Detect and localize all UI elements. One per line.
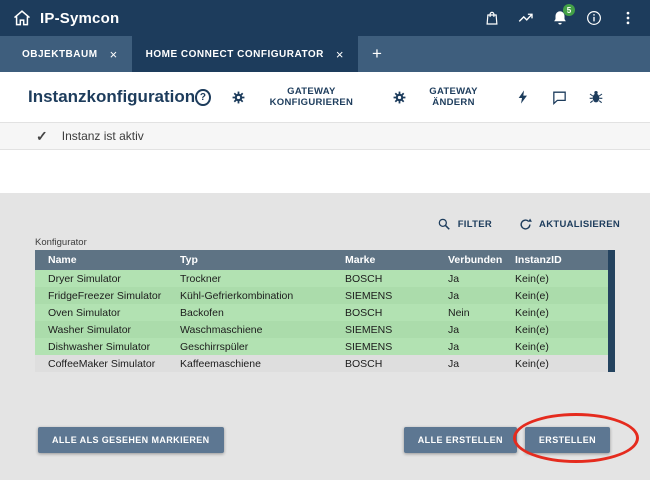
- tabbar: OBJEKTBAUM × HOME CONNECT CONFIGURATOR ×…: [0, 36, 650, 72]
- gear-icon: [391, 88, 407, 106]
- cell-verbunden: Ja: [435, 341, 502, 353]
- cell-typ: Backofen: [167, 307, 332, 319]
- column-header-typ[interactable]: Typ: [167, 254, 332, 266]
- cell-instanzid: Kein(e): [502, 290, 615, 302]
- help-icon[interactable]: ?: [195, 89, 211, 106]
- column-header-instanzid[interactable]: InstanzID: [502, 254, 615, 266]
- column-header-name[interactable]: Name: [35, 254, 167, 266]
- status-bar: ✓ Instanz ist aktiv: [0, 122, 650, 150]
- app-title: IP-Symcon: [40, 10, 119, 27]
- cell-marke: BOSCH: [332, 358, 435, 370]
- search-icon: [435, 215, 453, 233]
- tab-label: OBJEKTBAUM: [22, 49, 98, 60]
- cell-instanzid: Kein(e): [502, 324, 615, 336]
- header-actions: ? GATEWAY KONFIGURIEREN GATEWAY ÄNDERN: [195, 86, 604, 108]
- configurator-label: Konfigurator: [35, 237, 87, 248]
- trending-icon[interactable]: [516, 8, 536, 28]
- gear-icon: [231, 88, 247, 106]
- cell-name: Dishwasher Simulator: [35, 341, 167, 353]
- cell-typ: Kaffeemaschiene: [167, 358, 332, 370]
- page-title: Instanzkonfiguration: [28, 87, 195, 107]
- column-header-verbunden[interactable]: Verbunden: [435, 254, 502, 266]
- close-icon[interactable]: ×: [110, 48, 118, 61]
- create-button[interactable]: ERSTELLEN: [525, 427, 610, 453]
- home-icon: [12, 8, 32, 28]
- cell-verbunden: Nein: [435, 307, 502, 319]
- cell-typ: Kühl-Gefrierkombination: [167, 290, 332, 302]
- table-row[interactable]: Washer Simulator Waschmaschiene SIEMENS …: [35, 321, 615, 338]
- cell-typ: Waschmaschiene: [167, 324, 332, 336]
- cell-marke: SIEMENS: [332, 290, 435, 302]
- cell-instanzid: Kein(e): [502, 307, 615, 319]
- mark-all-seen-button[interactable]: ALLE ALS GESEHEN MARKIEREN: [38, 427, 224, 453]
- close-icon[interactable]: ×: [336, 48, 344, 61]
- gateway-configure-button[interactable]: GATEWAY KONFIGURIEREN: [231, 86, 371, 108]
- table-header-row: Name Typ Marke Verbunden InstanzID: [35, 250, 615, 270]
- cell-verbunden: Ja: [435, 290, 502, 302]
- notifications-bell-icon[interactable]: 5: [550, 8, 570, 28]
- cell-name: Oven Simulator: [35, 307, 167, 319]
- cell-verbunden: Ja: [435, 358, 502, 370]
- table-row[interactable]: CoffeeMaker Simulator Kaffeemaschiene BO…: [35, 355, 615, 372]
- table-row[interactable]: Dishwasher Simulator Geschirrspüler SIEM…: [35, 338, 615, 355]
- info-icon[interactable]: [584, 8, 604, 28]
- table-row[interactable]: Dryer Simulator Trockner BOSCH Ja Kein(e…: [35, 270, 615, 287]
- gateway-change-button[interactable]: GATEWAY ÄNDERN: [391, 86, 495, 108]
- cell-typ: Geschirrspüler: [167, 341, 332, 353]
- gateway-configure-label: GATEWAY KONFIGURIEREN: [252, 86, 371, 108]
- footer-right-buttons: ALLE ERSTELLEN ERSTELLEN: [404, 427, 610, 453]
- cell-name: Washer Simulator: [35, 324, 167, 336]
- add-tab-button[interactable]: +: [358, 36, 396, 72]
- status-text: Instanz ist aktiv: [62, 129, 144, 143]
- cell-name: Dryer Simulator: [35, 273, 167, 285]
- table-row[interactable]: FridgeFreezer Simulator Kühl-Gefrierkomb…: [35, 287, 615, 304]
- ip-symcon-window: IP-Symcon 5 OBJEKTBAUM ×: [0, 0, 650, 480]
- check-icon: ✓: [36, 128, 48, 145]
- menu-dots-icon[interactable]: [618, 8, 638, 28]
- configurator-table: Name Typ Marke Verbunden InstanzID Dryer…: [35, 250, 615, 372]
- cell-name: FridgeFreezer Simulator: [35, 290, 167, 302]
- cell-instanzid: Kein(e): [502, 358, 615, 370]
- lightning-icon[interactable]: [515, 88, 531, 106]
- refresh-label: AKTUALISIEREN: [539, 219, 620, 230]
- create-all-button[interactable]: ALLE ERSTELLEN: [404, 427, 517, 453]
- topbar-actions: 5: [482, 8, 638, 28]
- gateway-change-label: GATEWAY ÄNDERN: [412, 86, 495, 108]
- filter-button[interactable]: FILTER: [435, 215, 492, 233]
- tab-label: HOME CONNECT CONFIGURATOR: [146, 49, 324, 60]
- table-toolbar: FILTER AKTUALISIEREN: [435, 215, 620, 233]
- cell-typ: Trockner: [167, 273, 332, 285]
- cell-name: CoffeeMaker Simulator: [35, 358, 167, 370]
- cell-marke: BOSCH: [332, 273, 435, 285]
- page-header: Instanzkonfiguration ? GATEWAY KONFIGURI…: [0, 72, 650, 122]
- filter-label: FILTER: [458, 219, 492, 230]
- debug-bug-icon[interactable]: [588, 88, 604, 106]
- cell-verbunden: Ja: [435, 273, 502, 285]
- chat-bubble-icon[interactable]: [551, 88, 568, 106]
- table-scrollbar[interactable]: [608, 250, 615, 372]
- topbar: IP-Symcon 5: [0, 0, 650, 36]
- tab-home-connect-configurator[interactable]: HOME CONNECT CONFIGURATOR ×: [132, 36, 358, 72]
- app-brand[interactable]: IP-Symcon: [12, 8, 119, 28]
- cell-marke: SIEMENS: [332, 341, 435, 353]
- footer-buttons: ALLE ALS GESEHEN MARKIEREN ALLE ERSTELLE…: [38, 427, 610, 453]
- cell-instanzid: Kein(e): [502, 341, 615, 353]
- table-row[interactable]: Oven Simulator Backofen BOSCH Nein Kein(…: [35, 304, 615, 321]
- tab-objektbaum[interactable]: OBJEKTBAUM ×: [8, 36, 132, 72]
- store-icon[interactable]: [482, 8, 502, 28]
- cell-marke: SIEMENS: [332, 324, 435, 336]
- cell-verbunden: Ja: [435, 324, 502, 336]
- refresh-icon: [516, 215, 534, 233]
- column-header-marke[interactable]: Marke: [332, 254, 435, 266]
- content-panel: FILTER AKTUALISIEREN Konfigurator Name T…: [0, 193, 650, 480]
- notification-badge: 5: [563, 4, 575, 16]
- cell-instanzid: Kein(e): [502, 273, 615, 285]
- cell-marke: BOSCH: [332, 307, 435, 319]
- refresh-button[interactable]: AKTUALISIEREN: [516, 215, 620, 233]
